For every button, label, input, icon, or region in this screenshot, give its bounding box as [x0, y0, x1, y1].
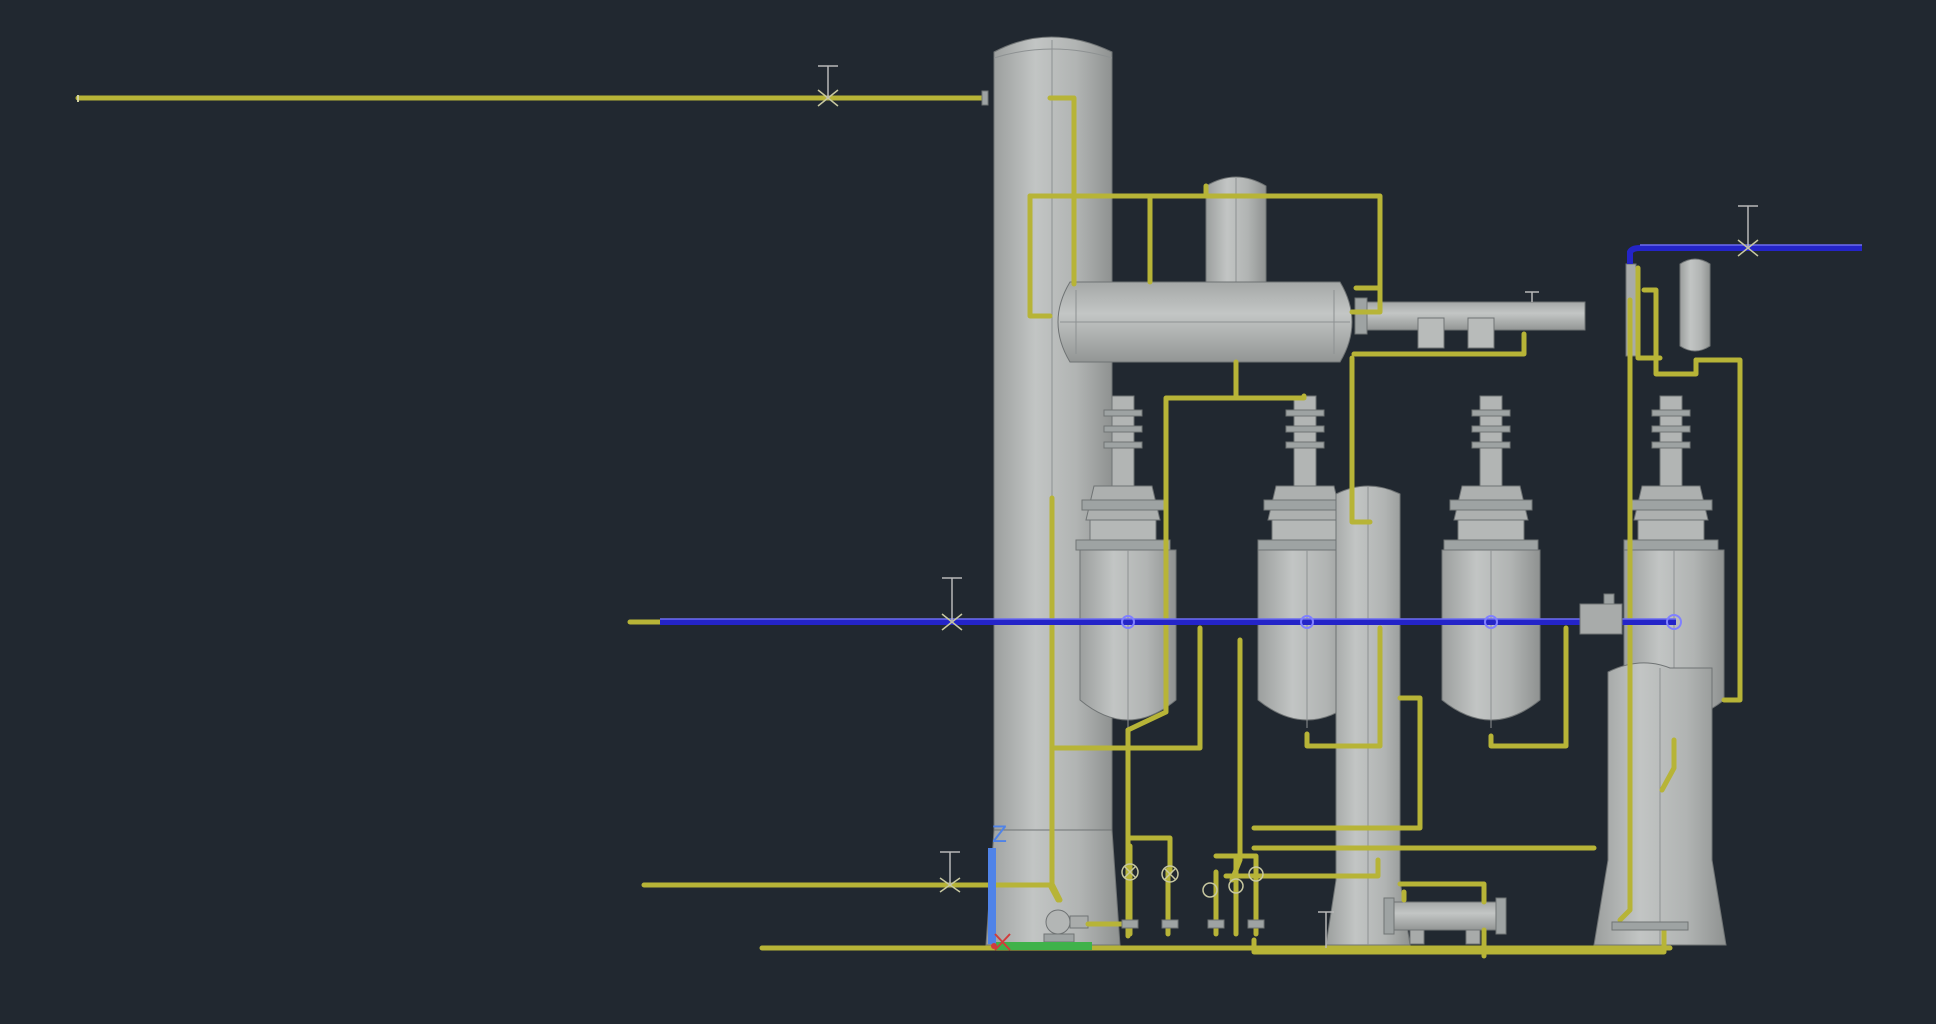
utility-top-line[interactable]: [1627, 205, 1862, 264]
plant-3d-model: Z: [75, 36, 1862, 959]
process-piping[interactable]: [628, 95, 1743, 959]
reactor-3[interactable]: [1441, 395, 1541, 728]
condenser[interactable]: [1354, 291, 1586, 349]
cad-viewport[interactable]: Z: [0, 0, 1936, 1024]
top-feed-line[interactable]: [75, 65, 989, 107]
ucs-z-label: Z: [992, 823, 1007, 848]
right-column[interactable]: [1593, 662, 1727, 946]
horizontal-drum[interactable]: [1057, 281, 1353, 363]
